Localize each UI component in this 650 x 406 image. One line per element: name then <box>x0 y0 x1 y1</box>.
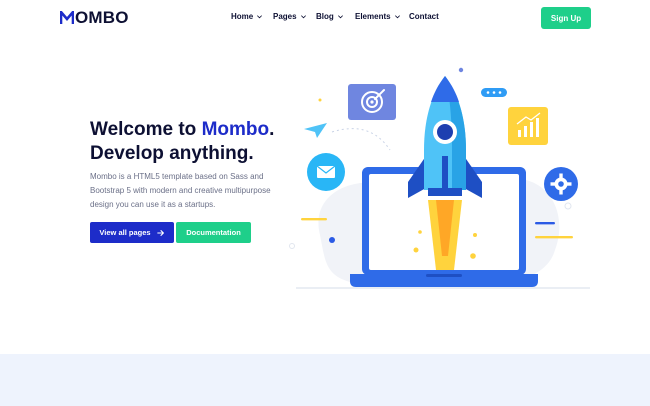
deco-dot <box>329 237 335 243</box>
chevron-down-icon <box>337 15 343 19</box>
paper-plane-icon <box>304 123 327 138</box>
deco-dot <box>564 202 572 210</box>
nav-item-contact[interactable]: Contact <box>409 12 439 21</box>
nav-label-elements: Elements <box>355 12 391 21</box>
logo-text: OMBO <box>75 8 129 27</box>
hero-title-brand: Mombo <box>201 119 270 140</box>
deco-dot <box>289 243 295 249</box>
deco-dot <box>318 98 322 102</box>
view-all-pages-button[interactable]: View all pages <box>90 222 174 243</box>
chevron-down-icon <box>394 15 400 19</box>
nav-label-blog: Blog <box>316 12 334 21</box>
hero-title-suffix: . <box>269 119 275 140</box>
nav-item-elements[interactable]: Elements <box>355 12 401 21</box>
hero-title: Welcome to Mombo. Develop anything. <box>90 118 310 166</box>
hero-description: Mombo is a HTML5 template based on Sass … <box>90 172 271 209</box>
view-all-pages-label: View all pages <box>99 228 151 237</box>
logo-mark-icon <box>60 11 74 24</box>
top-navbar: OMBO Home Pages Blog Elements Contact Si… <box>0 0 650 36</box>
arrow-right-icon <box>156 229 164 236</box>
nav-label-home: Home <box>231 12 254 21</box>
deco-line <box>535 236 573 239</box>
sign-up-button[interactable]: Sign Up <box>541 7 591 29</box>
chevron-down-icon <box>257 15 263 19</box>
deco-line <box>301 218 327 221</box>
next-section-band <box>0 354 650 406</box>
hero-title-line2: Develop anything. <box>90 143 254 164</box>
nav-item-home[interactable]: Home <box>231 12 263 21</box>
hero-title-prefix: Welcome to <box>90 119 202 140</box>
documentation-button[interactable]: Documentation <box>176 222 251 243</box>
nav-label-contact: Contact <box>409 12 439 21</box>
nav-label-pages: Pages <box>273 12 297 21</box>
deco-dot <box>458 67 464 73</box>
logo[interactable]: OMBO <box>60 9 129 27</box>
chart-tile <box>508 107 548 145</box>
chevron-down-icon <box>300 15 306 19</box>
rocket-laptop-illustration <box>289 67 590 289</box>
deco-line <box>535 222 555 225</box>
nav-item-blog[interactable]: Blog <box>316 12 344 21</box>
nav-item-pages[interactable]: Pages <box>273 12 307 21</box>
